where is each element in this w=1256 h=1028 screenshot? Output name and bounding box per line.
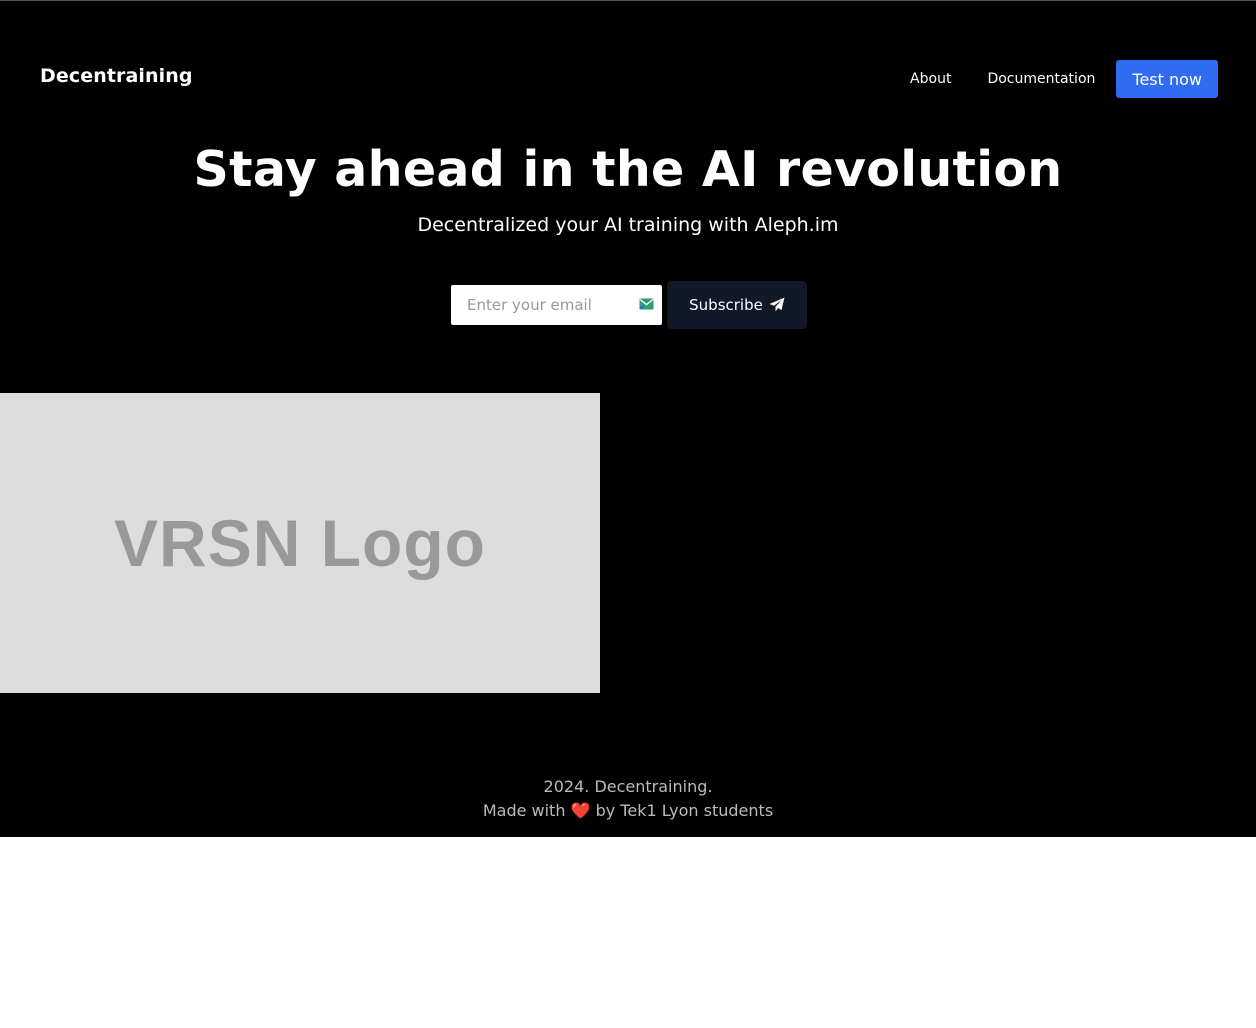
- subscribe-button[interactable]: Subscribe: [667, 281, 807, 329]
- footer-credits-suffix: by Tek1 Lyon students: [595, 801, 774, 820]
- subscribe-button-label: Subscribe: [689, 296, 763, 314]
- footer: 2024. Decentraining. Made with ❤️ by Tek…: [0, 775, 1256, 823]
- logo-placeholder-text: VRSN Logo: [114, 506, 486, 580]
- main-nav: About Documentation Test now: [910, 60, 1218, 98]
- test-now-button[interactable]: Test now: [1116, 60, 1218, 98]
- footer-credits: Made with ❤️ by Tek1 Lyon students: [0, 799, 1256, 823]
- nav-link-about[interactable]: About: [910, 71, 951, 87]
- subscribe-form: Subscribe: [451, 281, 807, 329]
- email-field-wrapper: [451, 285, 662, 325]
- footer-copyright: 2024. Decentraining.: [543, 777, 713, 796]
- email-input[interactable]: [451, 285, 662, 325]
- envelope-icon: [639, 298, 654, 310]
- logo-placeholder-image: VRSN Logo: [0, 393, 600, 693]
- brand-logo-text[interactable]: Decentraining: [40, 65, 193, 87]
- paper-plane-icon: [769, 297, 785, 312]
- hero-title: Stay ahead in the AI revolution: [193, 141, 1063, 198]
- footer-credits-prefix: Made with: [482, 801, 566, 820]
- heart-icon: ❤️: [570, 801, 591, 820]
- hero-subtitle: Decentralized your AI training with Alep…: [417, 214, 839, 236]
- page: Decentraining About Documentation Test n…: [0, 1, 1256, 837]
- nav-link-documentation[interactable]: Documentation: [987, 71, 1095, 87]
